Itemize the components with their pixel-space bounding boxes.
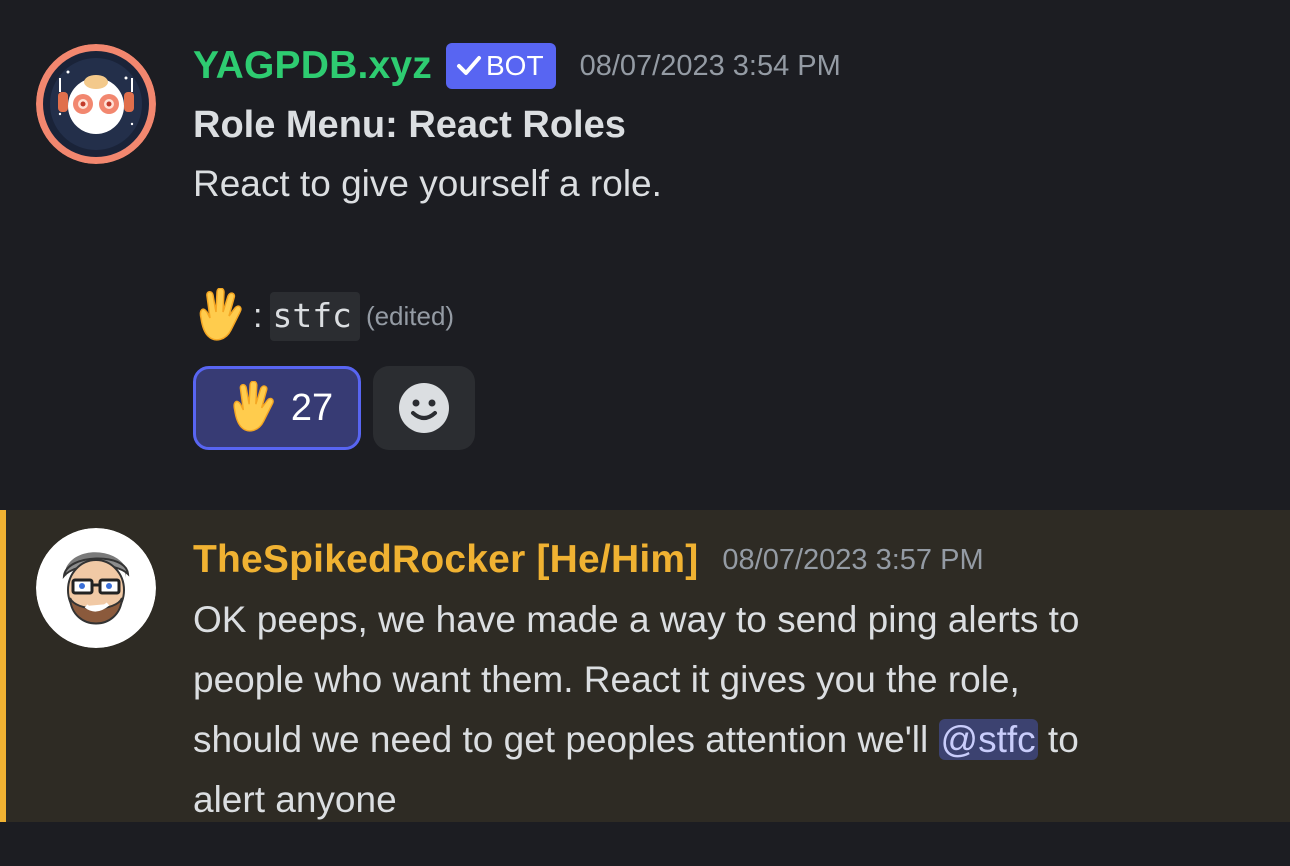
reaction-vulcan-salute[interactable]: 27 [193,366,361,450]
vulcan-salute-emoji [227,381,277,435]
bot-avatar[interactable] [36,44,156,164]
message-line: OK peeps, we have made a way to send pin… [193,599,1080,640]
vulcan-salute-emoji [193,288,245,344]
message-body: OK peeps, we have made a way to send pin… [193,590,1253,830]
message-header: TheSpikedRocker [He/Him] 08/07/2023 3:57… [193,532,1250,588]
reaction-count: 27 [290,386,334,429]
role-separator: : [253,296,263,335]
edited-label: (edited) [365,300,455,331]
user-avatar[interactable] [36,528,156,648]
message-header: YAGPDB.xyz BOT 08/07/2023 3:54 PM [193,38,1250,94]
reaction-bar: 27 [193,366,475,450]
role-mention[interactable]: @stfc [938,719,1038,760]
add-reaction-button[interactable] [373,366,475,450]
message-line-text: should we need to get peoples attention … [193,719,929,760]
message-bot: YAGPDB.xyz BOT 08/07/2023 3:54 PM Role M… [0,0,1290,500]
bot-badge: BOT [446,43,556,89]
message-line: people who want them. React it gives you… [193,659,1020,700]
role-entry: : stfc (edited) [193,284,454,348]
author-name[interactable]: YAGPDB.xyz [193,44,432,88]
message-line: alert anyone [193,779,397,820]
checkmark-icon [457,56,481,75]
mention-suffix: to [1037,719,1079,760]
embed-description: React to give yourself a role. [193,163,662,204]
message-timestamp[interactable]: 08/07/2023 3:57 PM [722,544,983,577]
message-line-with-mention: should we need to get peoples attention … [193,710,1253,770]
message-timestamp[interactable]: 08/07/2023 3:54 PM [580,50,841,83]
author-name[interactable]: TheSpikedRocker [He/Him] [193,538,698,582]
bot-badge-label: BOT [486,50,544,81]
role-code: stfc [270,291,360,341]
embed-title: Role Menu: React Roles [193,104,626,146]
message-user: TheSpikedRocker [He/Him] 08/07/2023 3:57… [0,510,1290,822]
smile-icon [399,383,449,433]
